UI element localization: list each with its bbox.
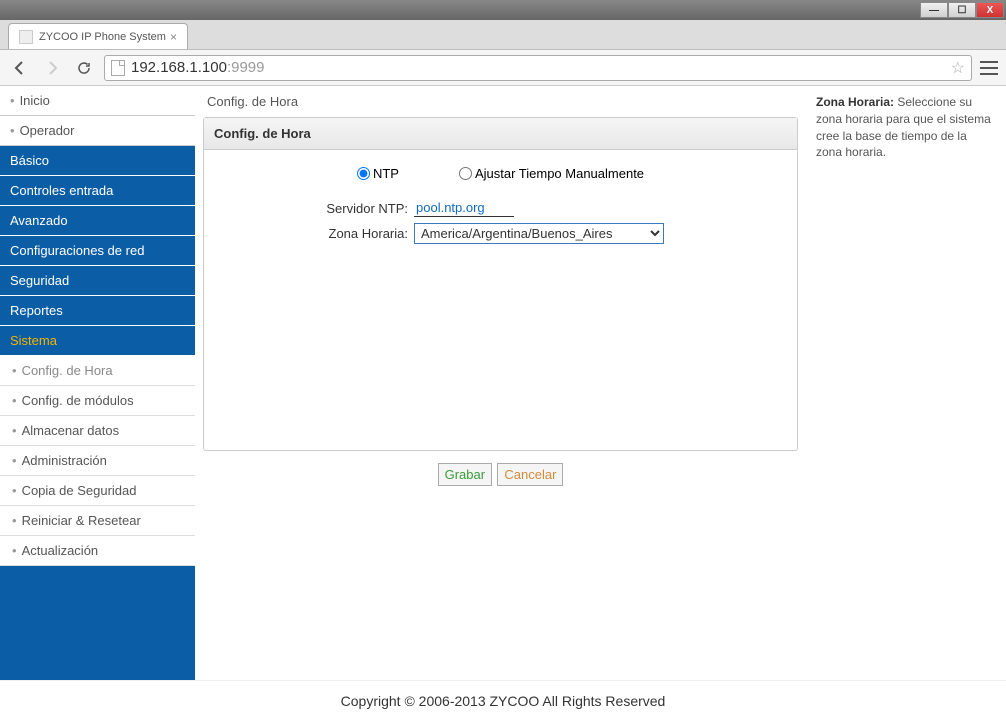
favicon-icon xyxy=(19,30,33,44)
window-controls: — ☐ X xyxy=(920,2,1004,18)
content-area: Inicio Operador Básico Controles entrada… xyxy=(0,86,1006,680)
back-button[interactable] xyxy=(8,56,32,80)
tab-title: ZYCOO IP Phone System xyxy=(39,31,166,43)
reload-icon xyxy=(76,60,92,76)
arrow-right-icon xyxy=(44,60,60,76)
window-titlebar: — ☐ X xyxy=(0,0,1006,20)
time-mode-radio-group: NTP Ajustar Tiempo Manualmente xyxy=(224,162,777,199)
sidebar-item-inicio[interactable]: Inicio xyxy=(0,86,195,116)
action-buttons: Grabar Cancelar xyxy=(203,463,798,486)
browser-toolbar: 192.168.1.100:9999 ☆ xyxy=(0,50,1006,86)
copyright-text: Copyright © 2006-2013 ZYCOO All Rights R… xyxy=(341,693,666,709)
sidebar-sub-config-modulos[interactable]: Config. de módulos xyxy=(0,386,195,416)
cancel-button[interactable]: Cancelar xyxy=(497,463,563,486)
sidebar-sub-reiniciar[interactable]: Reiniciar & Resetear xyxy=(0,506,195,536)
sidebar-item-seguridad[interactable]: Seguridad xyxy=(0,266,195,296)
main-panel: Config. de Hora Config. de Hora NTP Ajus… xyxy=(195,86,806,680)
sidebar-sub-actualizacion[interactable]: Actualización xyxy=(0,536,195,566)
sidebar-sub-config-hora[interactable]: Config. de Hora xyxy=(0,356,195,386)
sidebar-item-basico[interactable]: Básico xyxy=(0,146,195,176)
sidebar-item-controles[interactable]: Controles entrada xyxy=(0,176,195,206)
browser-tab-bar: ZYCOO IP Phone System × xyxy=(0,20,1006,50)
address-input[interactable]: 192.168.1.100:9999 ☆ xyxy=(104,55,972,81)
footer: Copyright © 2006-2013 ZYCOO All Rights R… xyxy=(0,680,1006,720)
radio-ntp-input[interactable] xyxy=(357,167,370,180)
arrow-left-icon xyxy=(12,60,28,76)
bookmark-star-icon[interactable]: ☆ xyxy=(951,58,965,78)
radio-manual[interactable]: Ajustar Tiempo Manualmente xyxy=(459,166,644,181)
sidebar-item-config-red[interactable]: Configuraciones de red xyxy=(0,236,195,266)
url-text: 192.168.1.100:9999 xyxy=(131,59,264,76)
sidebar-item-reportes[interactable]: Reportes xyxy=(0,296,195,326)
browser-tab[interactable]: ZYCOO IP Phone System × xyxy=(8,23,188,49)
sidebar-sub-administracion[interactable]: Administración xyxy=(0,446,195,476)
help-title: Zona Horaria: xyxy=(816,95,894,109)
sidebar-item-avanzado[interactable]: Avanzado xyxy=(0,206,195,236)
help-panel: Zona Horaria: Seleccione su zona horaria… xyxy=(806,86,1006,680)
sidebar: Inicio Operador Básico Controles entrada… xyxy=(0,86,195,680)
ntp-server-label: Servidor NTP: xyxy=(224,201,414,216)
sidebar-item-sistema[interactable]: Sistema xyxy=(0,326,195,356)
panel-title: Config. de Hora xyxy=(204,118,797,150)
radio-ntp[interactable]: NTP xyxy=(357,166,399,181)
close-window-button[interactable]: X xyxy=(976,2,1004,18)
minimize-button[interactable]: — xyxy=(920,2,948,18)
save-button[interactable]: Grabar xyxy=(438,463,492,486)
page-icon xyxy=(111,60,125,76)
config-panel: Config. de Hora NTP Ajustar Tiempo Manua… xyxy=(203,117,798,451)
sidebar-item-operador[interactable]: Operador xyxy=(0,116,195,146)
ntp-server-input[interactable] xyxy=(414,199,514,217)
sidebar-sub-almacenar[interactable]: Almacenar datos xyxy=(0,416,195,446)
timezone-select[interactable]: America/Argentina/Buenos_Aires xyxy=(414,223,664,244)
maximize-button[interactable]: ☐ xyxy=(948,2,976,18)
panel-body: NTP Ajustar Tiempo Manualmente Servidor … xyxy=(204,150,797,450)
reload-button[interactable] xyxy=(72,56,96,80)
breadcrumb: Config. de Hora xyxy=(203,86,798,117)
sidebar-sub-copia[interactable]: Copia de Seguridad xyxy=(0,476,195,506)
radio-manual-input[interactable] xyxy=(459,167,472,180)
browser-menu-button[interactable] xyxy=(980,61,998,75)
close-tab-icon[interactable]: × xyxy=(170,30,177,44)
forward-button[interactable] xyxy=(40,56,64,80)
timezone-label: Zona Horaria: xyxy=(224,226,414,241)
ntp-server-row: Servidor NTP: xyxy=(224,199,777,217)
timezone-row: Zona Horaria: America/Argentina/Buenos_A… xyxy=(224,223,777,244)
